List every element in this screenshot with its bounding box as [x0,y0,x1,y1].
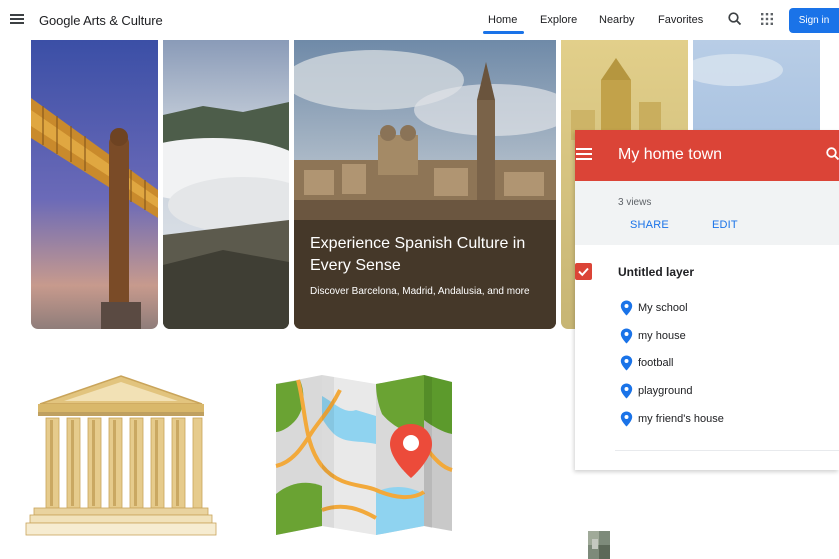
place-label: My school [638,302,688,314]
panel-header: My home town [575,130,839,181]
folded-map-icon [275,375,453,535]
angel-sculpture-image [31,40,158,329]
sign-in-button[interactable]: Sign in [789,8,839,33]
checkmark-icon [578,267,589,277]
site-logo[interactable]: Google Arts & Culture [39,13,163,28]
nav-active-indicator [483,31,524,34]
map-pin-icon [620,300,633,316]
panel-search-icon[interactable] [825,146,839,162]
place-item[interactable]: my house [620,328,686,344]
nav-home[interactable]: Home [488,14,517,26]
menu-icon[interactable] [10,12,24,28]
my-maps-panel: My home town 3 views SHARE EDIT Untitled… [575,130,839,470]
nav-explore[interactable]: Explore [540,14,577,26]
nav-favorites[interactable]: Favorites [658,14,703,26]
panel-divider [615,450,839,451]
map-pin-icon [620,328,633,344]
map-pin-icon [620,383,633,399]
place-item[interactable]: My school [620,300,688,316]
carousel-card-angel-sculpture[interactable] [31,40,158,329]
place-label: my house [638,330,686,342]
share-button[interactable]: SHARE [630,219,669,231]
layer-checkbox[interactable] [575,263,592,280]
place-item[interactable]: my friend's house [620,411,724,427]
top-app-bar: Google Arts & Culture Home Explore Nearb… [0,0,839,40]
carousel-card-spanish-culture[interactable]: Experience Spanish Culture in Every Sens… [294,40,556,329]
map-meta: 3 views SHARE EDIT [575,181,839,245]
map-pin-icon [620,411,633,427]
place-label: my friend's house [638,413,724,425]
place-item[interactable]: playground [620,383,692,399]
map-pin-icon [620,355,633,371]
fog-mountain-image [163,40,289,329]
map-title: My home town [618,146,723,163]
museum-temple-icon [25,375,217,536]
edit-button[interactable]: EDIT [712,219,738,231]
layer-title: Untitled layer [618,265,695,279]
place-label: playground [638,385,693,397]
place-label: football [638,357,674,369]
view-count: 3 views [618,197,652,208]
carousel-card-fog-mountains[interactable] [163,40,289,329]
featured-subtitle: Discover Barcelona, Madrid, Andalusia, a… [310,286,530,297]
place-item[interactable]: football [620,355,673,371]
search-icon[interactable] [727,11,743,27]
nav-nearby[interactable]: Nearby [599,14,634,26]
street-view-thumbnail-icon[interactable] [588,531,610,559]
apps-grid-icon[interactable] [760,12,774,26]
panel-menu-icon[interactable] [576,148,592,162]
featured-title: Experience Spanish Culture in Every Sens… [310,235,526,274]
